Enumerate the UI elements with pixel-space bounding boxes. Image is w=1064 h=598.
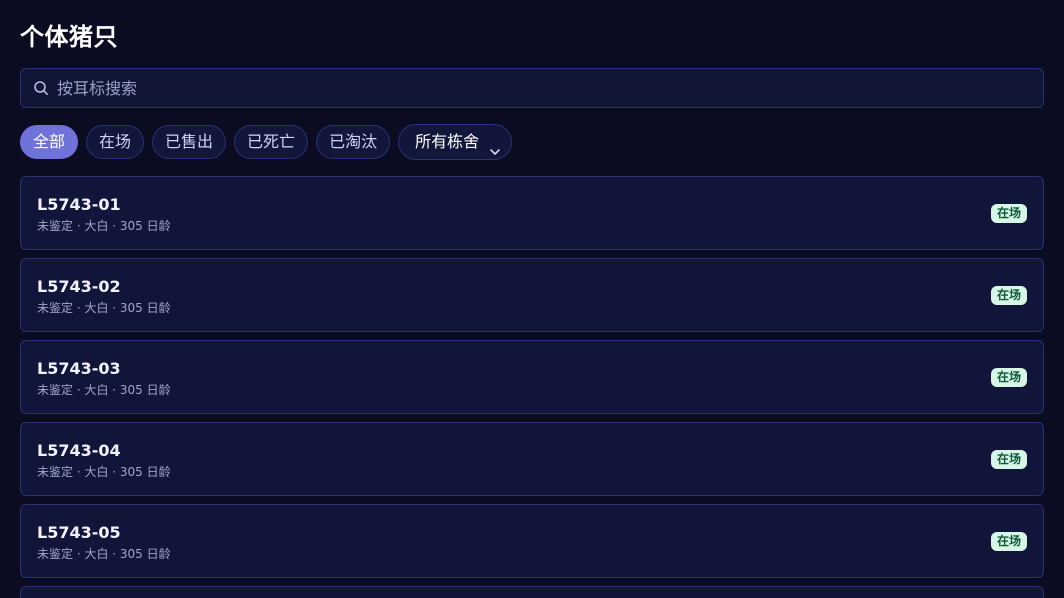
pig-row-partial[interactable] — [20, 586, 1044, 598]
chevron-down-icon — [489, 136, 501, 155]
pig-ear-tag: L5743-02 — [37, 277, 121, 296]
search-input[interactable] — [57, 70, 1043, 106]
search-icon — [33, 80, 49, 96]
pig-meta: 未鉴定 · 大白 · 305 日龄 — [37, 219, 171, 233]
page-title: 个体猪只 — [20, 23, 118, 51]
pig-meta: 未鉴定 · 大白 · 305 日龄 — [37, 465, 171, 479]
pig-row[interactable]: L5743-04 未鉴定 · 大白 · 305 日龄 在场 — [20, 422, 1044, 496]
status-badge: 在场 — [990, 450, 1027, 469]
pig-row[interactable]: L5743-02 未鉴定 · 大白 · 305 日龄 在场 — [20, 258, 1044, 332]
filter-chip-in-farm[interactable]: 在场 — [86, 125, 145, 159]
pig-ear-tag: L5743-01 — [37, 195, 121, 214]
pig-row[interactable]: L5743-05 未鉴定 · 大白 · 305 日龄 在场 — [20, 504, 1044, 578]
pig-row[interactable]: L5743-03 未鉴定 · 大白 · 305 日龄 在场 — [20, 340, 1044, 414]
pig-meta: 未鉴定 · 大白 · 305 日龄 — [37, 547, 171, 561]
barn-select[interactable]: 所有栋舍 — [398, 124, 513, 160]
pig-meta: 未鉴定 · 大白 · 305 日龄 — [37, 301, 171, 315]
pig-ear-tag: L5743-04 — [37, 441, 121, 460]
pig-row[interactable]: L5743-01 未鉴定 · 大白 · 305 日龄 在场 — [20, 176, 1044, 250]
pig-ear-tag: L5743-05 — [37, 523, 121, 542]
filter-chip-culled[interactable]: 已淘汰 — [316, 125, 391, 159]
status-badge: 在场 — [990, 204, 1027, 223]
filter-chip-all[interactable]: 全部 — [20, 125, 79, 159]
search-bar[interactable] — [20, 68, 1044, 108]
filter-chip-dead[interactable]: 已死亡 — [234, 125, 309, 159]
pig-list-page: 个体猪只 全部 在场 已售出 已死亡 已淘汰 所有栋舍 L5743-01 未鉴 — [0, 0, 1064, 598]
pig-meta: 未鉴定 · 大白 · 305 日龄 — [37, 383, 171, 397]
status-badge: 在场 — [990, 532, 1027, 551]
status-badge: 在场 — [990, 368, 1027, 387]
status-badge: 在场 — [990, 286, 1027, 305]
barn-select-value: 所有栋舍 — [415, 132, 480, 151]
filter-chip-sold[interactable]: 已售出 — [152, 125, 227, 159]
filter-bar: 全部 在场 已售出 已死亡 已淘汰 所有栋舍 — [20, 124, 513, 160]
pig-ear-tag: L5743-03 — [37, 359, 121, 378]
